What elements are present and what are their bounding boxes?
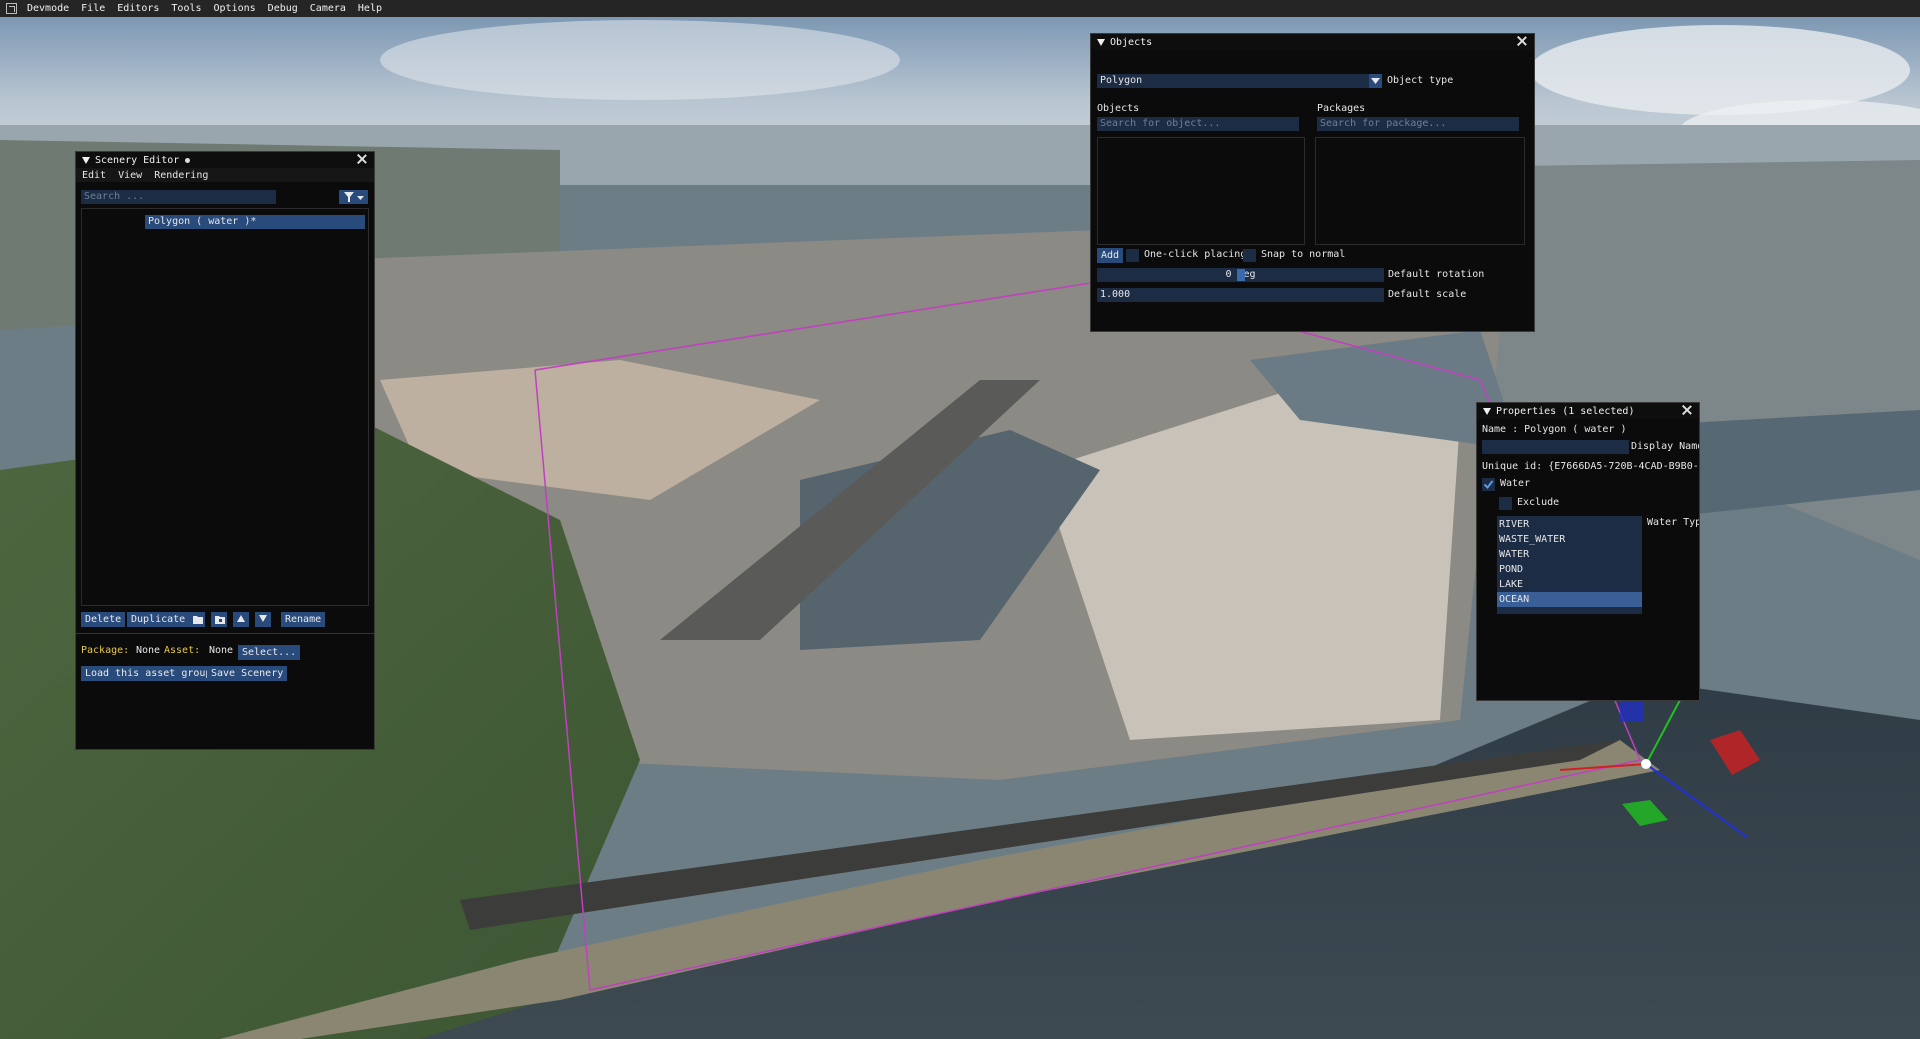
list-item[interactable]: Polygon ( water )* <box>145 215 365 229</box>
scenery-editor-titlebar[interactable]: Scenery Editor <box>76 152 374 168</box>
object-type-dropdown-button[interactable] <box>1369 74 1382 88</box>
snap-to-normal-checkbox[interactable] <box>1243 249 1256 262</box>
menubar: Devmode File Editors Tools Options Debug… <box>0 0 1920 17</box>
water-label: Water <box>1500 478 1531 489</box>
scenery-editor-menubar: Edit View Rendering <box>76 168 374 182</box>
properties-title: Properties (1 selected) <box>1496 405 1635 417</box>
properties-window: Properties (1 selected) Name : Polygon (… <box>1476 402 1700 701</box>
default-rotation-label: Default rotation <box>1388 269 1485 280</box>
water-type-option-selected[interactable]: OCEAN <box>1497 592 1642 607</box>
load-asset-group-button[interactable]: Load this asset group <box>81 666 216 681</box>
objects-title: Objects <box>1110 36 1153 48</box>
arrow-down-icon <box>259 615 267 622</box>
display-name-input[interactable] <box>1482 440 1629 454</box>
menu-options[interactable]: Options <box>208 3 262 14</box>
water-type-label: Water Typ <box>1647 517 1700 528</box>
water-checkbox[interactable] <box>1482 478 1495 491</box>
objects-list <box>1097 137 1305 245</box>
exclude-checkbox[interactable] <box>1499 497 1512 510</box>
asset-value: None <box>209 645 234 656</box>
close-icon[interactable] <box>356 153 368 165</box>
scenery-editor-window: Scenery Editor Edit View Rendering Searc… <box>75 151 375 750</box>
package-value: None <box>136 645 161 656</box>
select-asset-button[interactable]: Select... <box>238 645 301 660</box>
scenery-editor-title: Scenery Editor <box>95 154 180 166</box>
object-name: Name : Polygon ( water ) <box>1482 424 1627 435</box>
menu-help[interactable]: Help <box>352 3 388 14</box>
menu-view[interactable]: View <box>118 170 142 181</box>
asset-label: Asset: <box>164 645 201 656</box>
slider-grab[interactable] <box>1237 269 1245 281</box>
menu-debug[interactable]: Debug <box>262 3 304 14</box>
water-type-option[interactable]: WASTE_WATER <box>1499 532 1565 547</box>
menu-rendering[interactable]: Rendering <box>154 170 208 181</box>
chevron-down-icon <box>1371 78 1380 84</box>
rename-button[interactable]: Rename <box>281 612 326 627</box>
packages-header: Packages <box>1317 103 1366 114</box>
separator <box>76 633 374 634</box>
objects-window: Objects Polygon Object type Objects Pack… <box>1090 33 1535 332</box>
one-click-placing-label: One-click placing <box>1144 249 1247 260</box>
new-folder-button[interactable] <box>211 612 227 627</box>
collapse-icon[interactable] <box>1097 38 1105 46</box>
snap-to-normal-label: Snap to normal <box>1261 249 1346 260</box>
filter-icon <box>344 192 364 202</box>
checkmark-icon <box>1483 480 1494 490</box>
folder-icon <box>193 616 203 624</box>
object-type-label: Object type <box>1387 75 1454 86</box>
add-button[interactable]: Add <box>1097 248 1124 263</box>
scenery-object-list: Polygon ( water )* <box>81 208 369 606</box>
folder-add-icon <box>215 616 225 624</box>
move-up-button[interactable] <box>233 612 249 627</box>
default-scale-label: Default scale <box>1388 289 1467 300</box>
menu-camera[interactable]: Camera <box>304 3 352 14</box>
package-label: Package: <box>81 645 130 656</box>
object-type-select[interactable]: Polygon <box>1097 74 1377 88</box>
default-rotation-slider[interactable]: 0 deg <box>1097 268 1384 282</box>
move-down-button[interactable] <box>255 612 271 627</box>
properties-titlebar[interactable]: Properties (1 selected) <box>1477 403 1699 419</box>
unique-id: Unique id: {E7666DA5-720B-4CAD-B9B0-24C4 <box>1482 461 1700 472</box>
duplicate-button[interactable]: Duplicate <box>127 612 190 627</box>
water-type-option[interactable]: POND <box>1499 562 1523 577</box>
menu-tools[interactable]: Tools <box>165 3 207 14</box>
save-scenery-button[interactable]: Save Scenery <box>207 666 288 681</box>
unsaved-dot-icon <box>185 157 191 163</box>
open-folder-button[interactable] <box>189 612 205 627</box>
arrow-up-icon <box>237 615 245 622</box>
collapse-icon[interactable] <box>1483 407 1491 415</box>
delete-button[interactable]: Delete <box>81 612 126 627</box>
filter-button[interactable] <box>339 190 368 204</box>
collapse-icon[interactable] <box>82 156 90 164</box>
cloud <box>380 20 900 100</box>
water-type-list: RIVER WASTE_WATER WATER POND LAKE OCEAN <box>1497 516 1642 614</box>
display-name-label: Display Name <box>1631 441 1700 452</box>
menu-devmode[interactable]: Devmode <box>21 3 75 14</box>
objects-header: Objects <box>1097 103 1140 114</box>
close-icon[interactable] <box>1516 35 1528 47</box>
menu-edit[interactable]: Edit <box>82 170 106 181</box>
packages-list <box>1315 137 1525 245</box>
menu-editors[interactable]: Editors <box>111 3 165 14</box>
water-type-option[interactable]: RIVER <box>1499 517 1529 532</box>
water-type-option[interactable]: LAKE <box>1499 577 1523 592</box>
scenery-search-input[interactable]: Search ... <box>81 190 276 204</box>
exclude-label: Exclude <box>1517 497 1560 508</box>
devmode-icon <box>6 3 17 14</box>
package-search-input[interactable]: Search for package... <box>1317 117 1519 131</box>
object-search-input[interactable]: Search for object... <box>1097 117 1299 131</box>
one-click-placing-checkbox[interactable] <box>1126 249 1139 262</box>
menu-file[interactable]: File <box>75 3 111 14</box>
water-type-option[interactable]: WATER <box>1499 547 1529 562</box>
close-icon[interactable] <box>1681 404 1693 416</box>
default-scale-input[interactable]: 1.000 <box>1097 288 1384 302</box>
objects-titlebar[interactable]: Objects <box>1091 34 1534 50</box>
